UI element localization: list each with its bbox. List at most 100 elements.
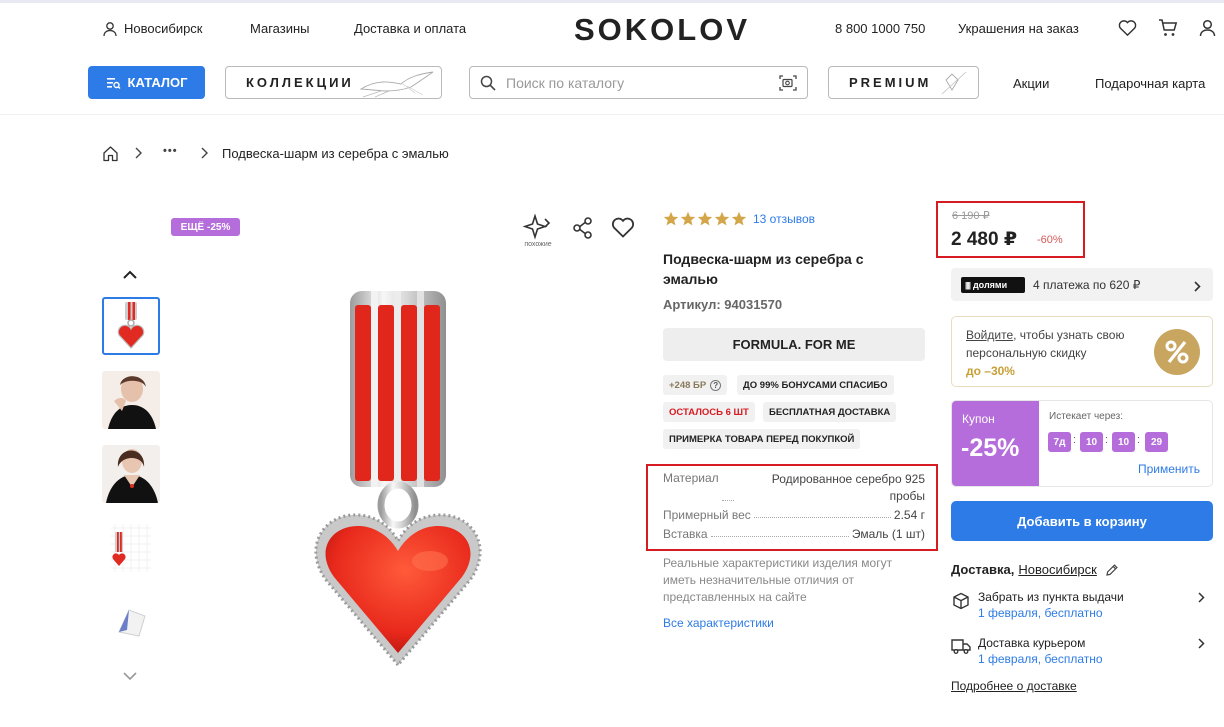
search-input[interactable] bbox=[506, 74, 769, 91]
product-title-line-1: Подвеска-шарм из серебра с bbox=[663, 251, 864, 267]
delivery-label: Доставка, bbox=[951, 562, 1015, 577]
coupon-value: -25% bbox=[961, 434, 1020, 462]
article-number: Артикул: 94031570 bbox=[663, 297, 783, 312]
timer-separator: : bbox=[1137, 434, 1141, 446]
courier-date: 1 февраля, бесплатно bbox=[978, 652, 1103, 666]
home-icon[interactable] bbox=[102, 145, 119, 167]
product-main-image[interactable] bbox=[308, 285, 498, 675]
dolyami-logo: |||| долями bbox=[961, 277, 1025, 293]
header-divider bbox=[0, 114, 1224, 115]
disclaimer-line-2: иметь незначительные отличия от bbox=[663, 573, 855, 587]
nav-stores[interactable]: Магазины bbox=[250, 21, 310, 36]
old-price: 6 190 ₽ bbox=[952, 210, 990, 222]
breadcrumb-more[interactable]: ••• bbox=[163, 145, 178, 157]
swallow-decoration-icon bbox=[359, 71, 434, 98]
chevron-right-icon bbox=[1198, 638, 1205, 649]
thumbnail-4[interactable] bbox=[102, 519, 160, 577]
catalog-icon bbox=[106, 77, 121, 89]
coupon-badge: Купон -25% bbox=[952, 401, 1039, 486]
bonus-chip-label: +248 БР bbox=[669, 379, 707, 391]
timer-seconds: 29 bbox=[1145, 432, 1168, 452]
installments-text: 4 платежа по 620 ₽ bbox=[1033, 278, 1141, 292]
personal-discount-text: Войдите, чтобы узнать свою персональную … bbox=[966, 326, 1124, 380]
timer-days: 7д bbox=[1048, 432, 1071, 452]
all-specs-link[interactable]: Все характеристики bbox=[663, 616, 774, 630]
share-icon[interactable] bbox=[573, 217, 593, 244]
installments-row[interactable]: |||| долями 4 платежа по 620 ₽ bbox=[951, 268, 1213, 301]
city-selector[interactable]: Новосибирск bbox=[124, 21, 203, 36]
login-link[interactable]: Войдите bbox=[966, 328, 1013, 342]
stock-chip: ОСТАЛОСЬ 6 ШТ bbox=[663, 402, 755, 422]
truck-icon bbox=[951, 639, 971, 654]
courier-option[interactable]: Доставка курьером 1 февраля, бесплатно bbox=[951, 634, 1213, 670]
thumbnail-1[interactable] bbox=[102, 297, 160, 355]
chevron-right-icon bbox=[1194, 279, 1201, 297]
nav-delivery[interactable]: Доставка и оплата bbox=[354, 21, 466, 36]
chevron-up-icon[interactable] bbox=[123, 267, 137, 285]
bonus-chip[interactable]: +248 БР ? bbox=[663, 375, 728, 395]
chevron-right-icon bbox=[1198, 592, 1205, 603]
spasibo-chip: ДО 99% БОНУСАМИ СПАСИБО bbox=[737, 375, 894, 395]
chevron-down-icon[interactable] bbox=[123, 668, 137, 686]
pickup-title: Забрать из пункта выдачи bbox=[978, 590, 1124, 604]
profile-icon[interactable] bbox=[1199, 19, 1216, 42]
star-icon bbox=[697, 211, 713, 226]
favorites-icon[interactable] bbox=[1118, 19, 1137, 42]
diamond-decoration-icon bbox=[941, 71, 967, 95]
chevron-right-icon bbox=[134, 146, 142, 164]
thumbnail-5[interactable] bbox=[102, 593, 160, 651]
spec-material-value: Родированное серебро 925 пробы bbox=[737, 471, 925, 505]
breadcrumb-current: Подвеска-шарм из серебра с эмалью bbox=[222, 146, 449, 161]
search-icon[interactable] bbox=[480, 75, 496, 91]
premium-label: PREMIUM bbox=[849, 75, 932, 90]
help-icon[interactable]: ? bbox=[710, 379, 722, 391]
dolyami-logo-text: долями bbox=[972, 280, 1008, 290]
timer-separator: : bbox=[1105, 434, 1109, 446]
top-border bbox=[0, 0, 1224, 3]
delivery-city-link[interactable]: Новосибирск bbox=[1018, 562, 1097, 577]
brand-logo[interactable]: SOKOLOV bbox=[574, 12, 750, 48]
timer-separator: : bbox=[1073, 434, 1077, 446]
star-icon bbox=[663, 211, 679, 226]
price-discount: -60% bbox=[1037, 234, 1063, 246]
coupon-expires-label: Истекает через: bbox=[1049, 411, 1123, 422]
wishlist-icon[interactable] bbox=[611, 217, 635, 243]
pickup-option[interactable]: Забрать из пункта выдачи 1 февраля, бесп… bbox=[951, 588, 1213, 624]
delivery-header: Доставка, Новосибирск bbox=[951, 562, 1119, 577]
coupon-apply-link[interactable]: Применить bbox=[1138, 462, 1200, 476]
delivery-details-link[interactable]: Подробнее о доставке bbox=[951, 679, 1077, 693]
nav-promotions[interactable]: Акции bbox=[1013, 76, 1049, 91]
thumbnail-3[interactable] bbox=[102, 445, 160, 503]
premium-button[interactable]: PREMIUM bbox=[828, 66, 979, 99]
nav-gift-card[interactable]: Подарочная карта bbox=[1095, 76, 1205, 91]
courier-title: Доставка курьером bbox=[978, 636, 1086, 650]
rating-stars bbox=[663, 211, 747, 226]
spec-weight-label: Примерный вес bbox=[663, 508, 751, 522]
spec-material-label: Материал bbox=[663, 471, 719, 485]
spec-insert: Вставка Эмаль (1 шт) bbox=[663, 527, 925, 541]
nav-custom-jewelry[interactable]: Украшения на заказ bbox=[958, 21, 1079, 36]
box-icon bbox=[953, 592, 969, 610]
star-icon bbox=[680, 211, 696, 226]
disclaimer-line-3: представленных на сайте bbox=[663, 590, 807, 604]
fitting-chip: ПРИМЕРКА ТОВАРА ПЕРЕД ПОКУПКОЙ bbox=[663, 429, 861, 449]
star-icon bbox=[714, 211, 730, 226]
similar-label: похожие bbox=[524, 241, 552, 248]
add-to-cart-button[interactable]: Добавить в корзину bbox=[951, 501, 1213, 541]
collection-button[interactable]: FORMULA. FOR ME bbox=[663, 328, 925, 361]
login-text-3: до –30% bbox=[966, 364, 1015, 378]
current-price: 2 480 ₽ bbox=[951, 229, 1018, 250]
phone-number[interactable]: 8 800 1000 750 bbox=[835, 21, 925, 36]
reviews-link[interactable]: 13 отзывов bbox=[753, 212, 815, 226]
cart-icon[interactable] bbox=[1158, 18, 1178, 43]
coupon-label: Купон bbox=[962, 412, 995, 426]
edit-pencil-icon[interactable] bbox=[1105, 563, 1119, 577]
search-bar[interactable] bbox=[469, 66, 808, 99]
location-icon[interactable] bbox=[102, 21, 118, 42]
personal-discount-card[interactable]: Войдите, чтобы узнать свою персональную … bbox=[951, 316, 1213, 387]
collections-button[interactable]: КОЛЛЕКЦИИ bbox=[225, 66, 442, 99]
specs-disclaimer: Реальные характеристики изделия могут им… bbox=[663, 555, 892, 606]
thumbnail-2[interactable] bbox=[102, 371, 160, 429]
image-search-icon[interactable] bbox=[779, 74, 797, 92]
catalog-button[interactable]: КАТАЛОГ bbox=[88, 66, 205, 99]
